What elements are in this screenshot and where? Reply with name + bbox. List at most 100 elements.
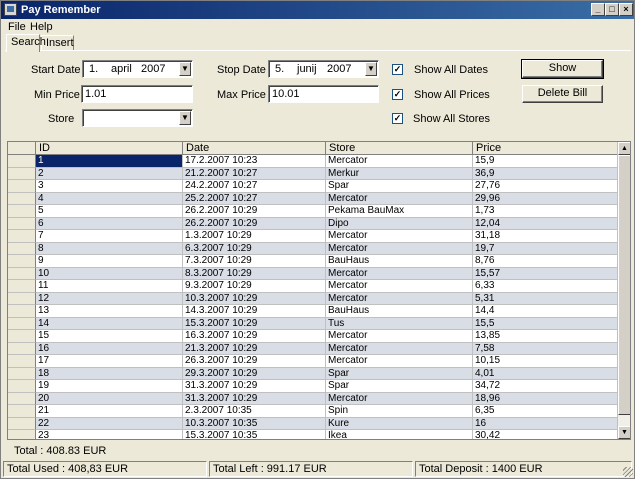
cell-id[interactable]: 17 [36, 355, 183, 368]
cell-store[interactable]: Spar [326, 380, 473, 393]
cell-date[interactable]: 6.3.2007 10:29 [183, 242, 326, 255]
row-header[interactable] [8, 242, 36, 255]
cell-store[interactable]: Spin [326, 405, 473, 418]
cell-price[interactable]: 15,9 [473, 155, 618, 168]
row-header[interactable] [8, 217, 36, 230]
cell-store[interactable]: Ikea [326, 430, 473, 439]
cell-price[interactable]: 1,73 [473, 205, 618, 218]
cell-price[interactable]: 29,96 [473, 192, 618, 205]
cell-id[interactable]: 10 [36, 267, 183, 280]
cell-date[interactable]: 26.3.2007 10:29 [183, 355, 326, 368]
cell-store[interactable]: Mercator [326, 242, 473, 255]
column-header-id[interactable]: ID [36, 142, 183, 155]
row-header[interactable] [8, 230, 36, 243]
cell-price[interactable]: 15,5 [473, 317, 618, 330]
cell-price[interactable]: 30,42 [473, 430, 618, 439]
cell-store[interactable]: Mercator [326, 355, 473, 368]
cell-id[interactable]: 4 [36, 192, 183, 205]
cell-store[interactable]: Mercator [326, 267, 473, 280]
row-header[interactable] [8, 405, 36, 418]
chevron-down-icon[interactable]: ▼ [365, 62, 377, 76]
resize-grip-icon[interactable] [623, 467, 633, 477]
table-row[interactable]: 2 21.2.2007 10:27 Merkur 36,9 [8, 167, 618, 180]
cell-id[interactable]: 16 [36, 342, 183, 355]
table-row[interactable]: 12 10.3.2007 10:29 Mercator 5,31 [8, 292, 618, 305]
table-row[interactable]: 10 8.3.2007 10:29 Mercator 15,57 [8, 267, 618, 280]
row-header[interactable] [8, 330, 36, 343]
menu-file[interactable]: File [8, 21, 26, 33]
show-button[interactable]: Show [521, 59, 604, 79]
row-header[interactable] [8, 267, 36, 280]
row-header[interactable] [8, 280, 36, 293]
tab-insert[interactable]: Insert [41, 35, 74, 51]
cell-store[interactable]: Mercator [326, 280, 473, 293]
cell-id[interactable]: 3 [36, 180, 183, 193]
cell-price[interactable]: 18,96 [473, 392, 618, 405]
cell-id[interactable]: 2 [36, 167, 183, 180]
start-date-picker[interactable]: 1. april 2007 ▼ [82, 60, 193, 78]
row-header[interactable] [8, 205, 36, 218]
show-all-dates-checkbox[interactable]: ✓ [392, 64, 403, 75]
cell-price[interactable]: 4,01 [473, 367, 618, 380]
cell-store[interactable]: Mercator [326, 192, 473, 205]
table-row[interactable]: 9 7.3.2007 10:29 BauHaus 8,76 [8, 255, 618, 268]
cell-date[interactable]: 2.3.2007 10:35 [183, 405, 326, 418]
table-row[interactable]: 8 6.3.2007 10:29 Mercator 19,7 [8, 242, 618, 255]
table-row[interactable]: 11 9.3.2007 10:29 Mercator 6,33 [8, 280, 618, 293]
cell-price[interactable]: 19,7 [473, 242, 618, 255]
cell-date[interactable]: 31.3.2007 10:29 [183, 380, 326, 393]
cell-store[interactable]: Spar [326, 367, 473, 380]
row-header[interactable] [8, 392, 36, 405]
delete-bill-button[interactable]: Delete Bill [522, 85, 603, 103]
cell-price[interactable]: 36,9 [473, 167, 618, 180]
cell-date[interactable]: 10.3.2007 10:29 [183, 292, 326, 305]
cell-id[interactable]: 1 [36, 155, 183, 168]
table-row[interactable]: 18 29.3.2007 10:29 Spar 4,01 [8, 367, 618, 380]
cell-id[interactable]: 13 [36, 305, 183, 318]
cell-id[interactable]: 8 [36, 242, 183, 255]
close-icon[interactable]: × [619, 3, 633, 16]
table-row[interactable]: 6 26.2.2007 10:29 Dipo 12,04 [8, 217, 618, 230]
scroll-up-icon[interactable]: ▲ [618, 142, 630, 155]
table-row[interactable]: 21 2.3.2007 10:35 Spin 6,35 [8, 405, 618, 418]
cell-date[interactable]: 21.2.2007 10:27 [183, 167, 326, 180]
row-header[interactable] [8, 255, 36, 268]
max-price-input[interactable]: 10.01 [268, 85, 379, 103]
cell-date[interactable]: 29.3.2007 10:29 [183, 367, 326, 380]
cell-date[interactable]: 25.2.2007 10:27 [183, 192, 326, 205]
cell-store[interactable]: Mercator [326, 292, 473, 305]
cell-store[interactable]: Merkur [326, 167, 473, 180]
row-header[interactable] [8, 192, 36, 205]
row-header[interactable] [8, 430, 36, 439]
cell-date[interactable]: 31.3.2007 10:29 [183, 392, 326, 405]
cell-date[interactable]: 14.3.2007 10:29 [183, 305, 326, 318]
cell-id[interactable]: 20 [36, 392, 183, 405]
cell-date[interactable]: 10.3.2007 10:35 [183, 417, 326, 430]
cell-id[interactable]: 12 [36, 292, 183, 305]
bills-table[interactable]: ID Date Store Price 1 17.2.2007 10:23 Merc… [7, 141, 631, 440]
cell-id[interactable]: 15 [36, 330, 183, 343]
stop-date-picker[interactable]: 5. junij 2007 ▼ [268, 60, 379, 78]
cell-store[interactable]: Mercator [326, 230, 473, 243]
cell-id[interactable]: 9 [36, 255, 183, 268]
table-row[interactable]: 5 26.2.2007 10:29 Pekama BauMax 1,73 [8, 205, 618, 218]
cell-store[interactable]: Dipo [326, 217, 473, 230]
table-row[interactable]: 1 17.2.2007 10:23 Mercator 15,9 [8, 155, 618, 168]
cell-id[interactable]: 5 [36, 205, 183, 218]
cell-date[interactable]: 24.2.2007 10:27 [183, 180, 326, 193]
table-row[interactable]: 17 26.3.2007 10:29 Mercator 10,15 [8, 355, 618, 368]
table-row[interactable]: 7 1.3.2007 10:29 Mercator 31,18 [8, 230, 618, 243]
row-header[interactable] [8, 317, 36, 330]
cell-store[interactable]: BauHaus [326, 255, 473, 268]
cell-id[interactable]: 18 [36, 367, 183, 380]
row-header[interactable] [8, 292, 36, 305]
cell-store[interactable]: Mercator [326, 155, 473, 168]
row-header[interactable] [8, 305, 36, 318]
cell-id[interactable]: 14 [36, 317, 183, 330]
cell-date[interactable]: 9.3.2007 10:29 [183, 280, 326, 293]
table-row[interactable]: 15 16.3.2007 10:29 Mercator 13,85 [8, 330, 618, 343]
chevron-down-icon[interactable]: ▼ [179, 111, 191, 125]
min-price-input[interactable]: 1.01 [81, 85, 193, 103]
maximize-icon[interactable]: □ [605, 3, 619, 16]
cell-id[interactable]: 22 [36, 417, 183, 430]
